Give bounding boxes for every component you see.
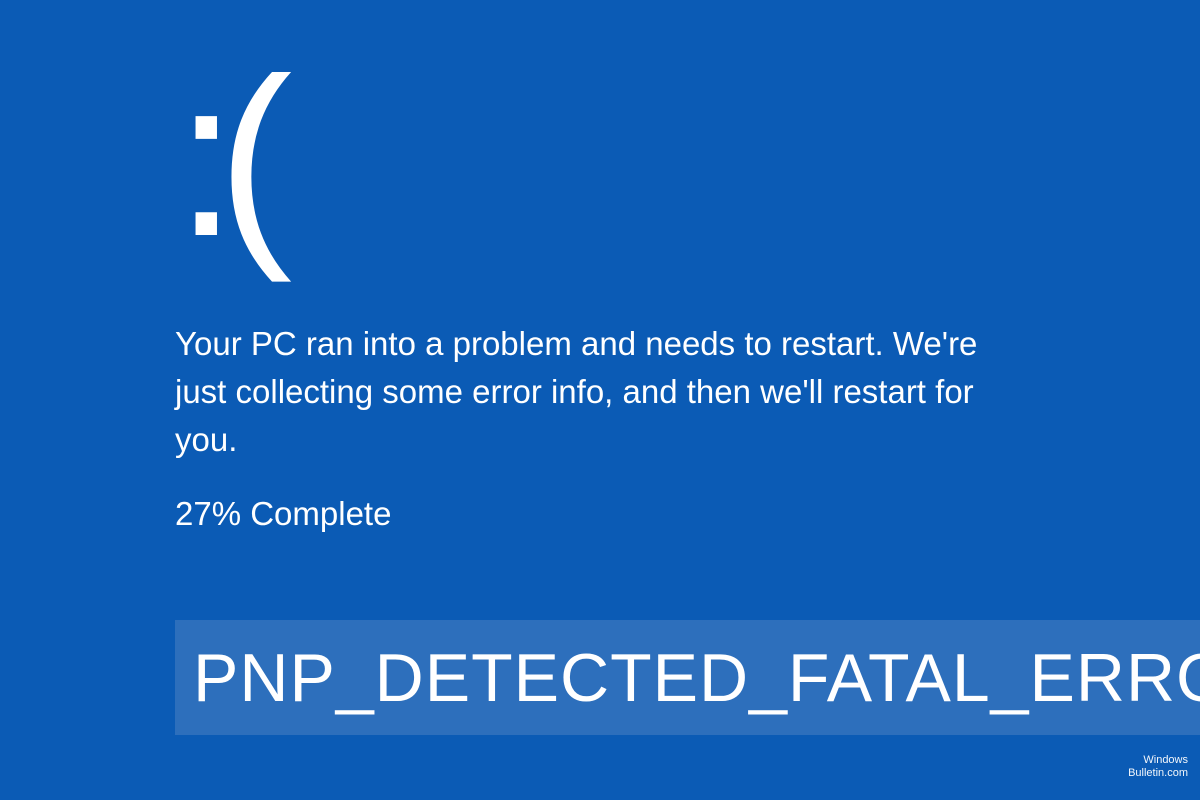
error-code: PNP_DETECTED_FATAL_ERROR [193,639,1200,717]
error-message: Your PC ran into a problem and needs to … [175,320,1035,464]
watermark-line1: Windows [1128,754,1188,767]
watermark-line2: Bulletin.com [1128,767,1188,780]
watermark: Windows Bulletin.com [1128,754,1188,780]
sad-face-icon: :( [175,45,272,270]
error-code-container: PNP_DETECTED_FATAL_ERROR [175,620,1200,735]
progress-text: 27% Complete [175,495,391,533]
